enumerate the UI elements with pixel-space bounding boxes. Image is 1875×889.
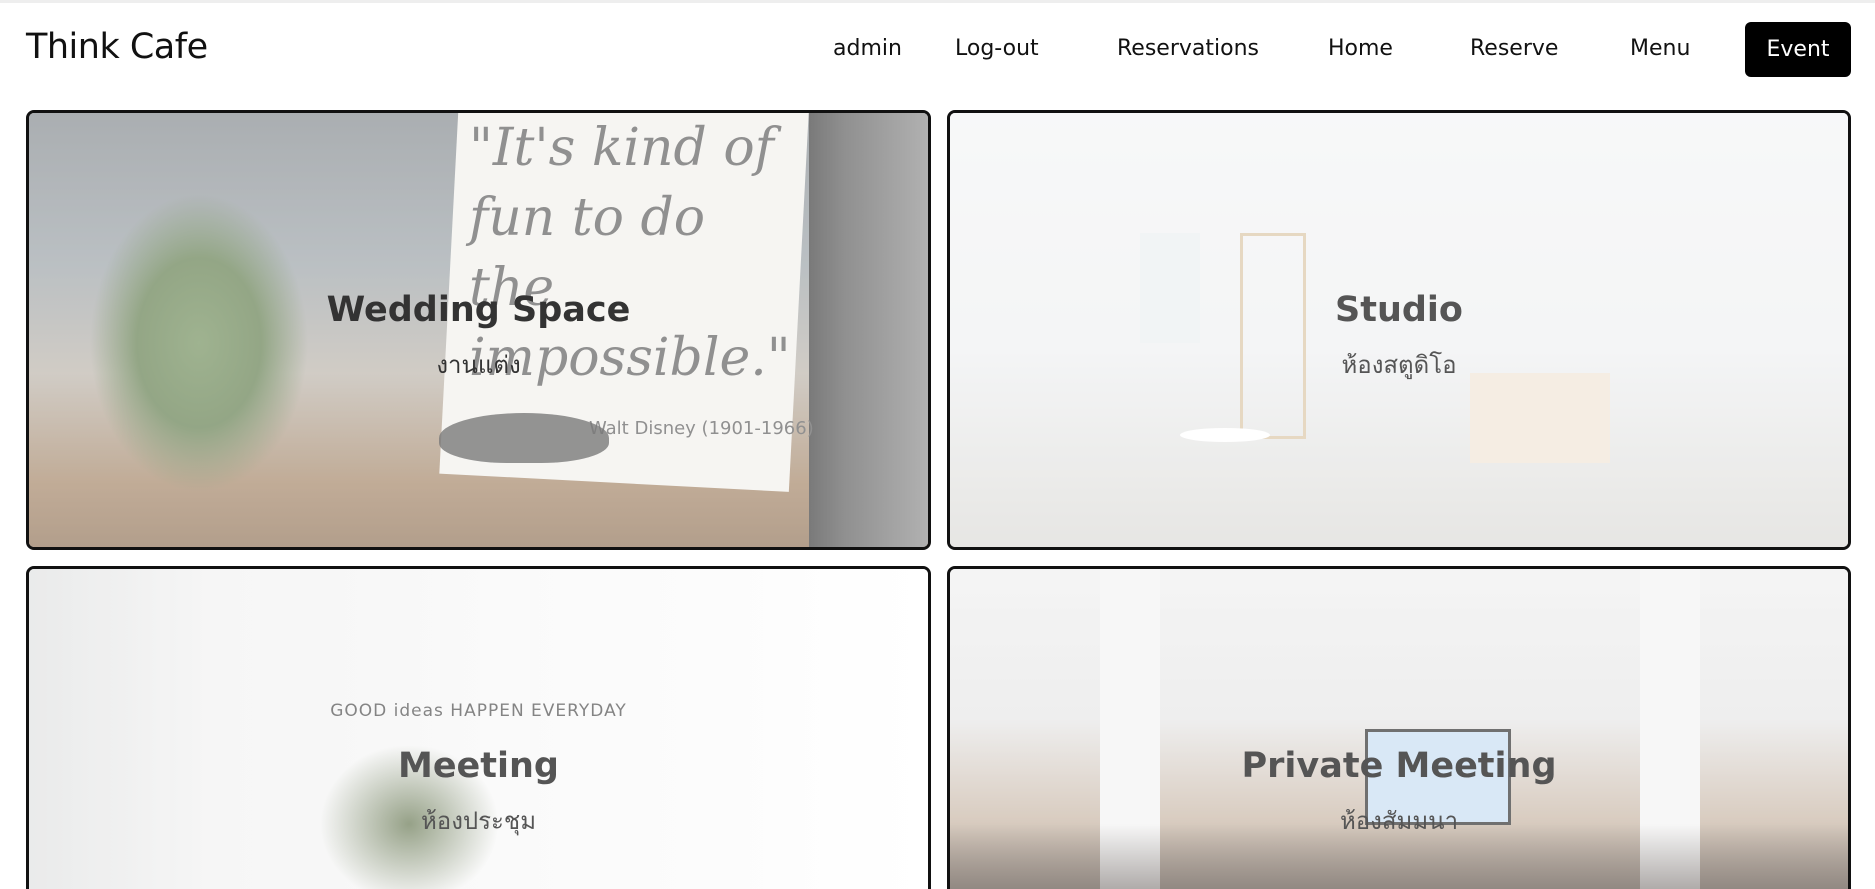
card-title: Wedding Space (326, 290, 631, 330)
card-subtitle: งานแต่ง (436, 351, 521, 379)
nav-item-home[interactable]: Home (1328, 36, 1393, 61)
card-overlay (950, 113, 1848, 547)
nav-item-menu[interactable]: Menu (1630, 36, 1690, 61)
event-card-meeting[interactable]: GOOD ideas HAPPEN EVERYDAY Meeting ห้องป… (26, 566, 931, 889)
nav-item-reservations[interactable]: Reservations (1117, 36, 1259, 61)
card-subtitle: ห้องประชุม (420, 807, 537, 835)
nav-item-reserve[interactable]: Reserve (1470, 36, 1558, 61)
card-title: Meeting (397, 746, 559, 786)
brand-logo[interactable]: Think Cafe (26, 27, 208, 67)
card-subtitle: ห้องสตูดิโอ (1341, 351, 1457, 379)
nav-item-event[interactable]: Event (1745, 22, 1851, 77)
nav-item-admin[interactable]: admin (833, 36, 902, 61)
navbar: Think Cafe admin Log-out Reservations Ho… (0, 3, 1875, 103)
card-overlay (29, 569, 928, 889)
card-subtitle: ห้องสัมมนา (1339, 807, 1459, 835)
card-overlay (950, 569, 1848, 889)
card-overlay (29, 113, 928, 547)
card-title: Studio (1335, 290, 1463, 330)
event-card-private-meeting[interactable]: Private Meeting ห้องสัมมนา (947, 566, 1851, 889)
card-title: Private Meeting (1241, 746, 1557, 786)
event-card-wedding[interactable]: "It's kind of fun to do the impossible."… (26, 110, 931, 550)
nav-item-logout[interactable]: Log-out (955, 36, 1039, 61)
page: Think Cafe admin Log-out Reservations Ho… (0, 0, 1875, 889)
event-card-studio[interactable]: Studio ห้องสตูดิโอ (947, 110, 1851, 550)
